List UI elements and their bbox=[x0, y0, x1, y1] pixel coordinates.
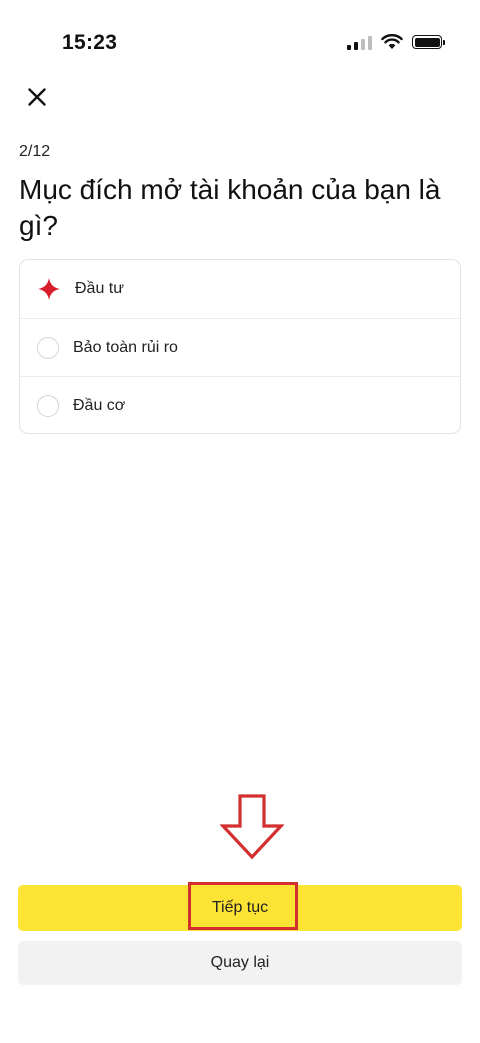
status-bar: 15:23 bbox=[0, 0, 480, 88]
back-button[interactable]: Quay lại bbox=[18, 941, 462, 985]
options-list: Đầu tư Bảo toàn rủi ro Đầu cơ bbox=[19, 259, 461, 434]
battery-icon bbox=[412, 35, 445, 49]
radio-icon bbox=[37, 336, 59, 359]
option-bao-toan-rui-ro[interactable]: Bảo toàn rủi ro bbox=[20, 318, 460, 376]
option-dau-co[interactable]: Đầu cơ bbox=[20, 376, 460, 433]
app-screen: 15:23 2/12 Mục đích mở tài khoản của bạn… bbox=[0, 0, 480, 1043]
option-label: Đầu tư bbox=[75, 280, 124, 297]
step-counter: 2/12 bbox=[19, 143, 51, 160]
wifi-icon bbox=[381, 34, 403, 49]
selected-radio-icon bbox=[37, 277, 61, 301]
close-button[interactable] bbox=[22, 82, 52, 112]
signal-icon bbox=[347, 35, 372, 50]
status-icons bbox=[347, 34, 445, 50]
radio-icon bbox=[37, 394, 59, 417]
option-label: Bảo toàn rủi ro bbox=[73, 338, 178, 356]
option-dau-tu[interactable]: Đầu tư bbox=[20, 260, 460, 318]
status-time: 15:23 bbox=[62, 31, 118, 54]
close-icon bbox=[28, 88, 46, 106]
question-title: Mục đích mở tài khoản của bạn là gì? bbox=[19, 174, 441, 241]
option-label: Đầu cơ bbox=[73, 396, 126, 414]
annotation-arrow-down-icon bbox=[220, 794, 284, 860]
continue-button[interactable]: Tiếp tục bbox=[18, 885, 462, 931]
